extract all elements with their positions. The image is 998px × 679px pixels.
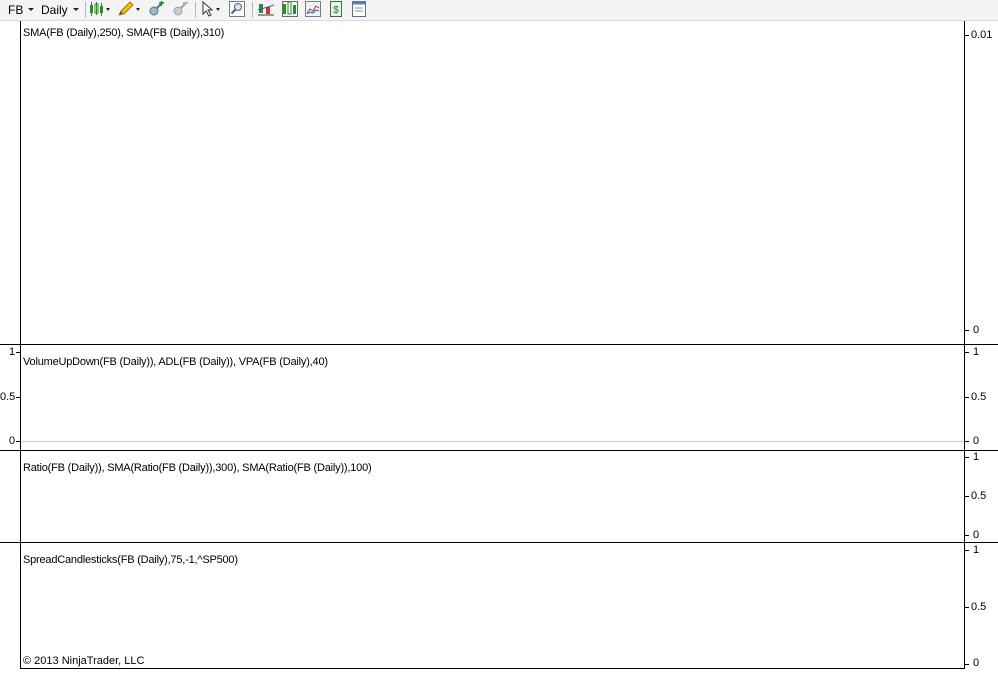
- chart-style-icon: [90, 2, 110, 16]
- right-axis-tick: 0: [973, 435, 980, 447]
- tick-mark: [965, 550, 969, 551]
- cursor-icon: [202, 1, 220, 17]
- chart-properties-icon: [305, 1, 321, 17]
- right-axis-tick: 0.5: [971, 490, 987, 502]
- svg-text:$: $: [333, 5, 339, 16]
- chart-properties-button[interactable]: [305, 1, 321, 17]
- tick-mark: [965, 535, 969, 536]
- period-label: Daily: [41, 2, 68, 17]
- right-axis-tick: 0: [973, 657, 980, 669]
- chart-toolbar: FB Daily $: [0, 0, 998, 21]
- tick-mark: [965, 607, 969, 608]
- template-icon: [352, 1, 366, 17]
- right-axis-tick: 0.5: [971, 391, 987, 403]
- right-axis-border: [964, 21, 965, 669]
- tick-mark: [965, 352, 969, 353]
- panel-label: VolumeUpDown(FB (Daily)), ADL(FB (Daily)…: [23, 356, 328, 368]
- drawing-tools-button[interactable]: [117, 1, 141, 17]
- strategies-icon: [282, 1, 298, 17]
- toolbar-divider: [252, 2, 253, 18]
- right-axis-tick: 1: [973, 451, 980, 463]
- tick-mark: [16, 352, 20, 353]
- left-axis-border: [20, 21, 21, 669]
- tick-mark: [965, 330, 969, 331]
- data-box-icon: $: [330, 1, 342, 17]
- zoom-in-icon: [149, 1, 164, 16]
- zoom-in-button[interactable]: [148, 1, 164, 17]
- left-axis-tick: 0.5: [0, 391, 16, 403]
- left-axis-tick: 1: [9, 346, 16, 358]
- right-axis-tick: 0.01: [971, 29, 993, 41]
- indicators-icon: [258, 4, 274, 16]
- zero-line: [21, 441, 964, 442]
- cursor-mode-button[interactable]: [200, 1, 224, 17]
- chevron-down-icon: [28, 8, 35, 11]
- left-axis-tick: 0: [9, 435, 16, 447]
- magnify-button[interactable]: [229, 1, 245, 17]
- period-selector[interactable]: Daily: [41, 0, 79, 19]
- indicators-button[interactable]: [258, 1, 274, 17]
- tick-mark: [16, 441, 20, 442]
- tick-mark: [16, 397, 20, 398]
- tick-mark: [965, 441, 969, 442]
- data-box-button[interactable]: $: [328, 1, 344, 17]
- strategies-button[interactable]: [282, 1, 298, 17]
- panel-separator: [0, 542, 998, 543]
- panel-label: SMA(FB (Daily),250), SMA(FB (Daily),310): [23, 27, 225, 39]
- chart-style-button[interactable]: [89, 1, 111, 17]
- panel-label: Ratio(FB (Daily)), SMA(Ratio(FB (Daily))…: [23, 462, 372, 474]
- template-button[interactable]: [351, 1, 367, 17]
- toolbar-divider: [195, 2, 196, 18]
- right-axis-tick: 1: [973, 346, 980, 358]
- toolbar-divider: [85, 2, 86, 18]
- zoom-out-button[interactable]: [172, 1, 188, 17]
- tick-mark: [965, 397, 969, 398]
- instrument-label: FB: [8, 2, 24, 17]
- drawing-pencil-icon: [118, 1, 140, 16]
- chart-area[interactable]: SMA(FB (Daily),250), SMA(FB (Daily),310)…: [0, 21, 998, 679]
- zoom-out-icon: [173, 2, 188, 16]
- copyright-notice: © 2013 NinjaTrader, LLC: [23, 655, 145, 667]
- tick-mark: [965, 664, 969, 665]
- tick-mark: [965, 496, 969, 497]
- tick-mark: [965, 457, 969, 458]
- magnify-icon: [229, 1, 245, 17]
- right-axis-tick: 0: [973, 324, 980, 336]
- right-axis-tick: 0: [973, 529, 980, 541]
- chevron-down-icon: [72, 8, 79, 11]
- panel-label: SpreadCandlesticks(FB (Daily),75,-1,^SP5…: [23, 554, 238, 566]
- chart-bottom-border: [20, 668, 965, 669]
- panel-separator: [0, 450, 998, 451]
- panel-separator: [0, 344, 998, 345]
- right-axis-tick: 0.5: [971, 601, 987, 613]
- right-axis-tick: 1: [973, 544, 980, 556]
- tick-mark: [965, 35, 969, 36]
- instrument-selector[interactable]: FB: [8, 0, 35, 19]
